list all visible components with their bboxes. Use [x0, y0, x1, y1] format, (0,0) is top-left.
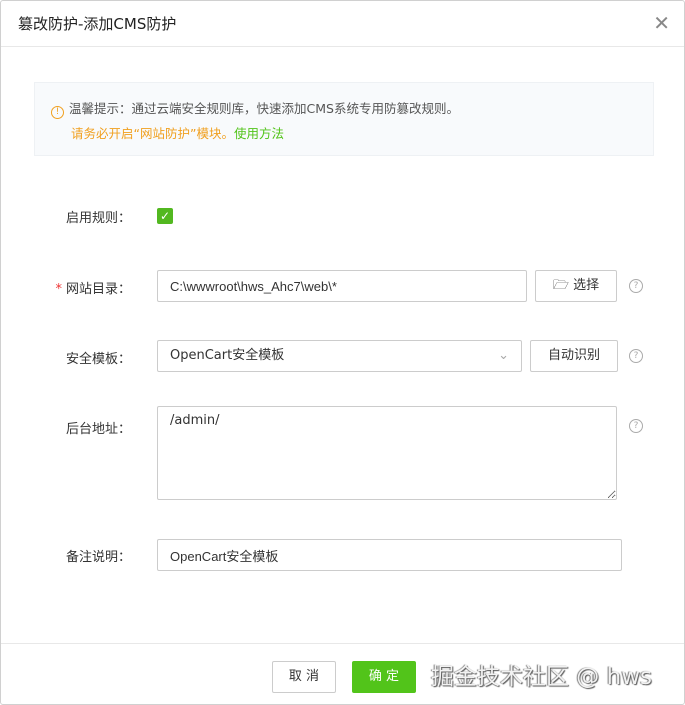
dialog-title: 篡改防护-添加CMS防护: [18, 15, 177, 33]
template-label: 安全模板：: [65, 352, 131, 367]
dialog: 篡改防护-添加CMS防护 ✕ ! 温馨提示：通过云端安全规则库，快速添加CMS系统…: [0, 0, 685, 705]
cancel-button[interactable]: 取 消: [272, 661, 336, 693]
help-icon[interactable]: ?: [629, 349, 643, 363]
dir-input[interactable]: [157, 270, 527, 302]
watermark: 掘金技术社区 @ hws: [431, 664, 652, 690]
folder-icon: 🗁: [552, 278, 569, 293]
select-label: 选择: [573, 278, 600, 293]
required-mark: *: [55, 282, 62, 297]
enable-checkbox[interactable]: ✓: [157, 208, 173, 224]
auto-detect-button[interactable]: 自动识别: [530, 340, 618, 372]
tip-box: ! 温馨提示：通过云端安全规则库，快速添加CMS系统专用防篡改规则。 请务必开启“…: [34, 82, 654, 156]
dialog-header: 篡改防护-添加CMS防护 ✕: [1, 1, 684, 47]
template-select[interactable]: OpenCart安全模板 ⌄: [157, 340, 522, 372]
help-icon[interactable]: ?: [629, 279, 643, 293]
usage-link[interactable]: 使用方法: [234, 126, 284, 141]
chevron-down-icon: ⌄: [498, 348, 509, 363]
template-value: OpenCart安全模板: [170, 348, 285, 363]
close-icon[interactable]: ✕: [653, 11, 670, 35]
tip-text: 温馨提示：通过云端安全规则库，快速添加CMS系统专用防篡改规则。: [69, 101, 459, 116]
warning-icon: !: [51, 106, 64, 119]
enable-label: 启用规则：: [65, 211, 131, 226]
help-icon[interactable]: ?: [629, 419, 643, 433]
dir-label: 网站目录：: [65, 282, 131, 297]
tip-warning: 请务必开启“网站防护”模块。: [71, 126, 234, 141]
note-label: 备注说明：: [65, 550, 131, 565]
ok-button[interactable]: 确 定: [352, 661, 416, 693]
admin-textarea[interactable]: /admin/: [157, 406, 617, 500]
note-input[interactable]: [157, 539, 622, 571]
select-button[interactable]: 🗁 选择: [535, 270, 617, 302]
admin-label: 后台地址：: [65, 422, 131, 437]
